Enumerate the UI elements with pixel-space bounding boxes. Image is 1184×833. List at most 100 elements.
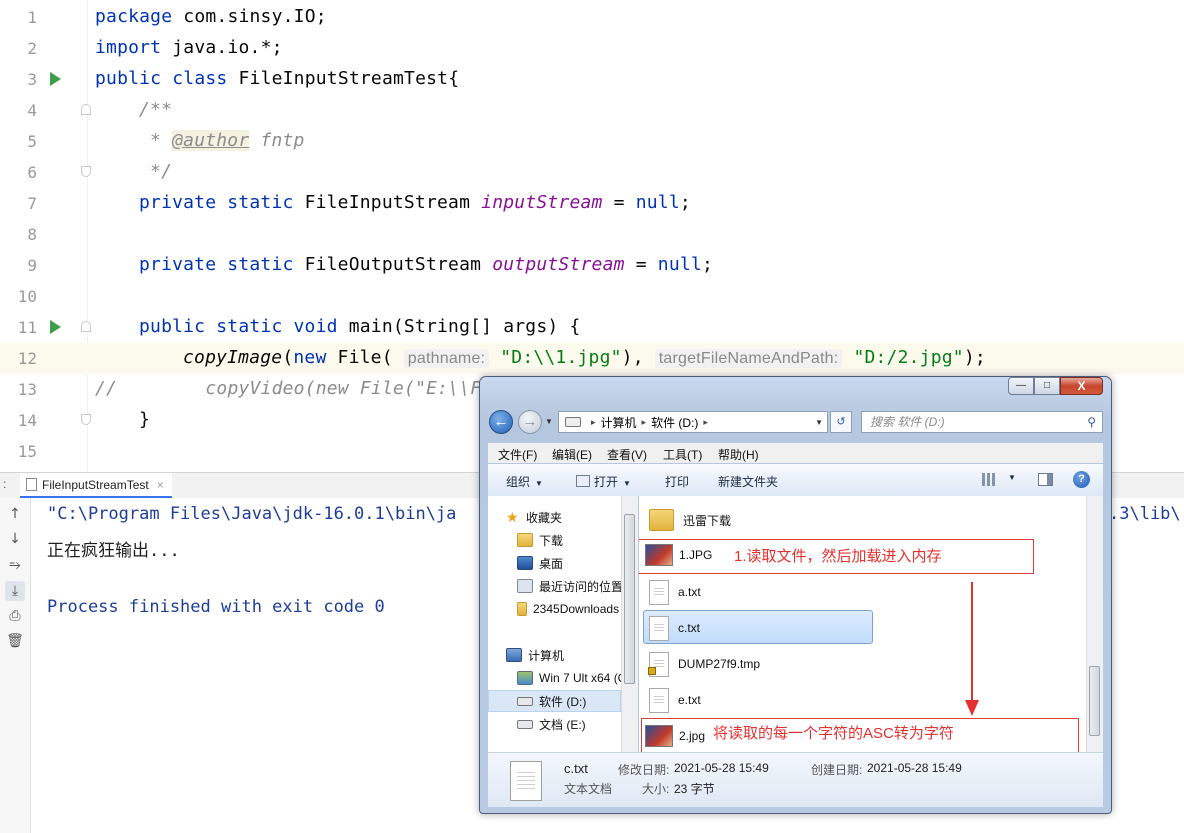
file-list[interactable]: 迅雷下载 1.JPG a.txt c.txt DUMP27f9.tmp e.tx…	[639, 496, 1086, 752]
new-folder-button[interactable]: 新建文件夹	[718, 473, 778, 490]
console-exit-line: Process finished with exit code 0	[47, 597, 385, 617]
explorer-window[interactable]: — □ X ← → ▼ ▸ 计算机 ▸ 软件 (D:) ▸ ▼ ↺ 搜索 软件 …	[479, 376, 1112, 814]
code-line-4[interactable]: 4 /**	[0, 95, 1184, 126]
refresh-button[interactable]: ↺	[830, 411, 852, 433]
nav-label: Win 7 Ult x64 (C	[539, 671, 621, 685]
file-item-etxt[interactable]: e.txt	[649, 684, 701, 716]
run-class-icon[interactable]	[50, 72, 61, 86]
file-name: 迅雷下载	[683, 513, 732, 528]
trash-icon[interactable]: 🗑	[5, 631, 25, 651]
line-number: 14	[17, 411, 37, 430]
details-created-label: 创建日期:	[811, 763, 863, 777]
computer-icon	[506, 648, 522, 662]
fold-icon[interactable]	[81, 321, 91, 332]
code-line-6[interactable]: 6 */	[0, 157, 1184, 188]
code-line-8[interactable]: 8	[0, 219, 1184, 250]
breadcrumb-separator[interactable]: ▸	[703, 417, 708, 428]
help-icon[interactable]: ?	[1073, 471, 1090, 488]
change-view-icon[interactable]	[982, 473, 996, 486]
address-dropdown-icon[interactable]: ▼	[815, 418, 823, 427]
nav-item-favorites[interactable]: ★ 收藏夹	[506, 507, 562, 527]
menu-tools[interactable]: 工具(T)	[663, 446, 702, 463]
file-item-xunlei[interactable]: 迅雷下载	[649, 504, 731, 536]
nav-item-drive-e[interactable]: 文档 (E:)	[517, 714, 586, 734]
null-literal: null	[635, 192, 680, 213]
type-name: FileOutputStream	[293, 254, 493, 275]
code-line-1[interactable]: 1 package com.sinsy.IO;	[0, 2, 1184, 33]
forward-button[interactable]: →	[518, 410, 542, 434]
nav-item-computer[interactable]: 计算机	[506, 645, 564, 665]
keyword: import	[95, 37, 162, 58]
nav-label: 桌面	[539, 556, 564, 571]
nav-item-drive-c[interactable]: Win 7 Ult x64 (C	[517, 668, 621, 688]
statement-end: );	[963, 347, 986, 368]
code-line-9[interactable]: 9 private static FileOutputStream output…	[0, 250, 1184, 281]
closing-brace: }	[139, 409, 151, 430]
nav-item-drive-d[interactable]: 软件 (D:)	[517, 691, 586, 711]
annotation-write-text: 将读取的每一个字符的ASC转为字符	[713, 725, 954, 742]
file-item-ctxt[interactable]: c.txt	[649, 612, 700, 644]
address-bar[interactable]: ▸ 计算机 ▸ 软件 (D:) ▸ ▼	[558, 411, 828, 433]
nav-item-2345downloads[interactable]: 2345Downloads	[517, 599, 619, 619]
star-icon: ★	[506, 509, 519, 525]
view-dropdown-icon[interactable]: ▼	[1008, 473, 1016, 482]
preview-pane-icon[interactable]	[1038, 473, 1053, 486]
nav-scrollbar[interactable]	[621, 496, 638, 752]
nav-label: 计算机	[528, 648, 565, 663]
breadcrumb-separator[interactable]: ▸	[642, 417, 647, 428]
soft-wrap-icon[interactable]: ⥱	[5, 555, 25, 575]
file-item-dump[interactable]: DUMP27f9.tmp	[648, 648, 760, 680]
close-tab-icon[interactable]: ×	[157, 478, 164, 492]
file-scroll-thumb[interactable]	[1089, 666, 1100, 736]
file-item-atxt[interactable]: a.txt	[649, 576, 701, 608]
fold-icon[interactable]	[81, 104, 91, 115]
breadcrumb-separator[interactable]: ▸	[591, 417, 596, 428]
nav-label: 文档 (E:)	[539, 717, 586, 732]
code-line-7[interactable]: 7 private static FileInputStream inputSt…	[0, 188, 1184, 219]
nav-item-recent[interactable]: 最近访问的位置	[517, 576, 621, 596]
open-button[interactable]: 打开 ▼	[576, 473, 631, 490]
close-button[interactable]: X	[1060, 377, 1103, 395]
breadcrumb-drive[interactable]: 软件 (D:)	[651, 414, 698, 431]
menu-file[interactable]: 文件(F)	[498, 446, 537, 463]
print-button[interactable]: 打印	[665, 473, 689, 490]
menu-help[interactable]: 帮助(H)	[718, 446, 759, 463]
breadcrumb-computer[interactable]: 计算机	[601, 414, 637, 431]
arrow-down-icon[interactable]: ↓	[5, 529, 25, 549]
nav-label: 下载	[539, 533, 564, 548]
recent-pages-dropdown-icon[interactable]: ▼	[545, 417, 553, 426]
nav-scroll-thumb[interactable]	[624, 514, 635, 684]
organize-button[interactable]: 组织 ▼	[506, 473, 543, 490]
menu-edit[interactable]: 编辑(E)	[552, 446, 592, 463]
organize-label: 组织	[506, 475, 531, 489]
code-line-10[interactable]: 10	[0, 281, 1184, 312]
file-list-scrollbar[interactable]	[1086, 496, 1103, 752]
minimize-button[interactable]: —	[1008, 377, 1034, 395]
code-line-2[interactable]: 2 import java.io.*;	[0, 33, 1184, 64]
code-line-5[interactable]: 5 * @author fntp	[0, 126, 1184, 157]
nav-item-downloads[interactable]: 下载	[517, 530, 563, 550]
text-file-icon	[510, 761, 542, 801]
print-icon[interactable]: ⎙	[5, 606, 25, 626]
tab-run-config[interactable]: FileInputStreamTest ×	[20, 473, 172, 498]
scroll-to-end-icon[interactable]: ⤓	[5, 581, 25, 601]
run-main-icon[interactable]	[50, 320, 61, 334]
assign-op: =	[624, 254, 658, 275]
keyword: package	[95, 6, 173, 27]
line-number: 12	[17, 349, 37, 368]
keyword: private static	[139, 192, 294, 213]
code-line-3[interactable]: 3 public class FileInputStreamTest{	[0, 64, 1184, 95]
code-line-11[interactable]: 11 public static void main(String[] args…	[0, 312, 1184, 343]
search-placeholder: 搜索 软件 (D:)	[870, 415, 945, 429]
nav-item-desktop[interactable]: 桌面	[517, 553, 563, 573]
menu-view[interactable]: 查看(V)	[607, 446, 647, 463]
search-icon[interactable]: ⚲	[1087, 412, 1096, 432]
back-button[interactable]: ←	[489, 410, 513, 434]
type-name: File(	[326, 347, 404, 368]
maximize-button[interactable]: □	[1034, 377, 1060, 395]
search-input[interactable]: 搜索 软件 (D:) ⚲	[861, 411, 1103, 433]
arrow-up-icon[interactable]: ↑	[5, 504, 25, 524]
code-line-12[interactable]: 12 copyImage(new File( pathname: "D:\\1.…	[0, 343, 1184, 374]
fold-icon[interactable]	[81, 414, 91, 425]
fold-icon[interactable]	[81, 166, 91, 177]
